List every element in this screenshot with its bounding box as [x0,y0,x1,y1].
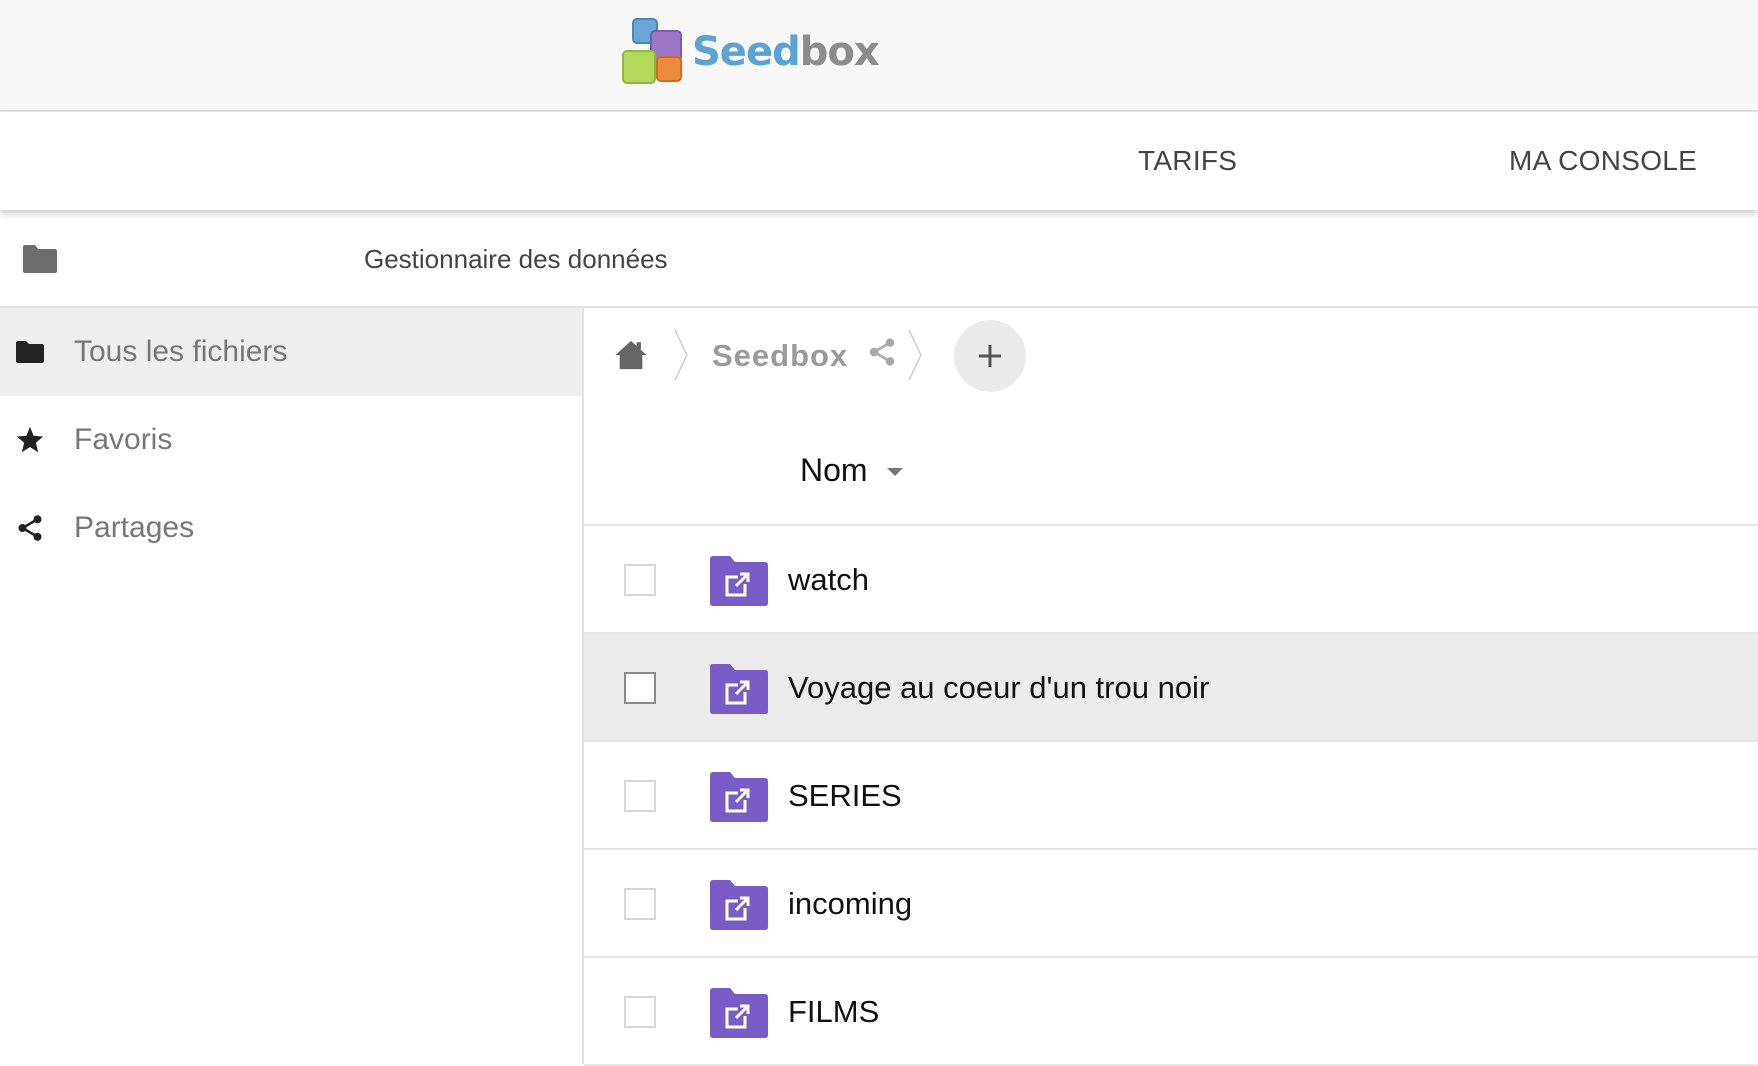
sidebar: Tous les fichiers Favoris Partages [0,308,584,1064]
row-checkbox[interactable] [624,672,656,704]
chevron-right-icon [674,329,688,381]
sidebar-item-all-files[interactable]: Tous les fichiers [0,308,582,396]
file-name[interactable]: Voyage au coeur d'un trou noir [788,670,1209,706]
file-name[interactable]: FILMS [788,994,879,1030]
shared-folder-icon [710,664,768,714]
row-checkbox[interactable] [624,780,656,812]
file-name[interactable]: SERIES [788,778,902,814]
brand-header: Seedbox [0,0,1758,112]
nav-console-link[interactable]: MA CONSOLE [1509,145,1697,177]
shared-folder-icon [710,880,768,930]
row-checkbox[interactable] [624,996,656,1028]
row-checkbox[interactable] [624,564,656,596]
seedbox-logo[interactable]: Seedbox [620,16,880,88]
table-row[interactable]: Voyage au coeur d'un trou noir [584,634,1758,742]
table-row[interactable]: watch [584,526,1758,634]
sidebar-item-label: Tous les fichiers [74,335,288,368]
share-icon [14,512,46,544]
shared-folder-icon [710,988,768,1038]
sidebar-item-label: Favoris [74,423,173,456]
sidebar-item-favorites[interactable]: Favoris [0,396,582,484]
folder-icon [23,245,57,273]
plus-icon [979,345,1001,367]
sidebar-item-shares[interactable]: Partages [0,484,582,572]
column-name-header[interactable]: Nom [800,452,868,489]
row-checkbox[interactable] [624,888,656,920]
shared-folder-icon [710,556,768,606]
section-title: Gestionnaire des données [364,244,668,274]
add-button[interactable] [954,320,1026,392]
sort-caret-icon[interactable] [887,468,903,476]
folder-icon [14,336,46,368]
file-name[interactable]: watch [788,562,869,598]
top-nav: TARIFS MA CONSOLE [0,112,1758,210]
file-browser: Seedbox Nom watch Voyage au coeur d'un t… [584,308,1758,1066]
share-icon[interactable] [866,336,898,368]
table-header: Nom [584,408,1758,526]
logo-mark-icon [620,16,690,88]
sidebar-item-label: Partages [74,511,195,544]
nav-tarifs-link[interactable]: TARIFS [1138,145,1237,177]
file-name[interactable]: incoming [788,886,912,922]
section-header: Gestionnaire des données [0,210,1758,308]
chevron-right-icon [908,329,922,381]
logo-text: Seedbox [692,29,880,75]
breadcrumb-current[interactable]: Seedbox [712,338,848,374]
table-row[interactable]: FILMS [584,958,1758,1066]
table-row[interactable]: SERIES [584,742,1758,850]
table-row[interactable]: incoming [584,850,1758,958]
home-icon[interactable] [614,338,648,372]
star-icon [14,424,46,456]
shared-folder-icon [710,772,768,822]
breadcrumb: Seedbox [584,308,1758,408]
